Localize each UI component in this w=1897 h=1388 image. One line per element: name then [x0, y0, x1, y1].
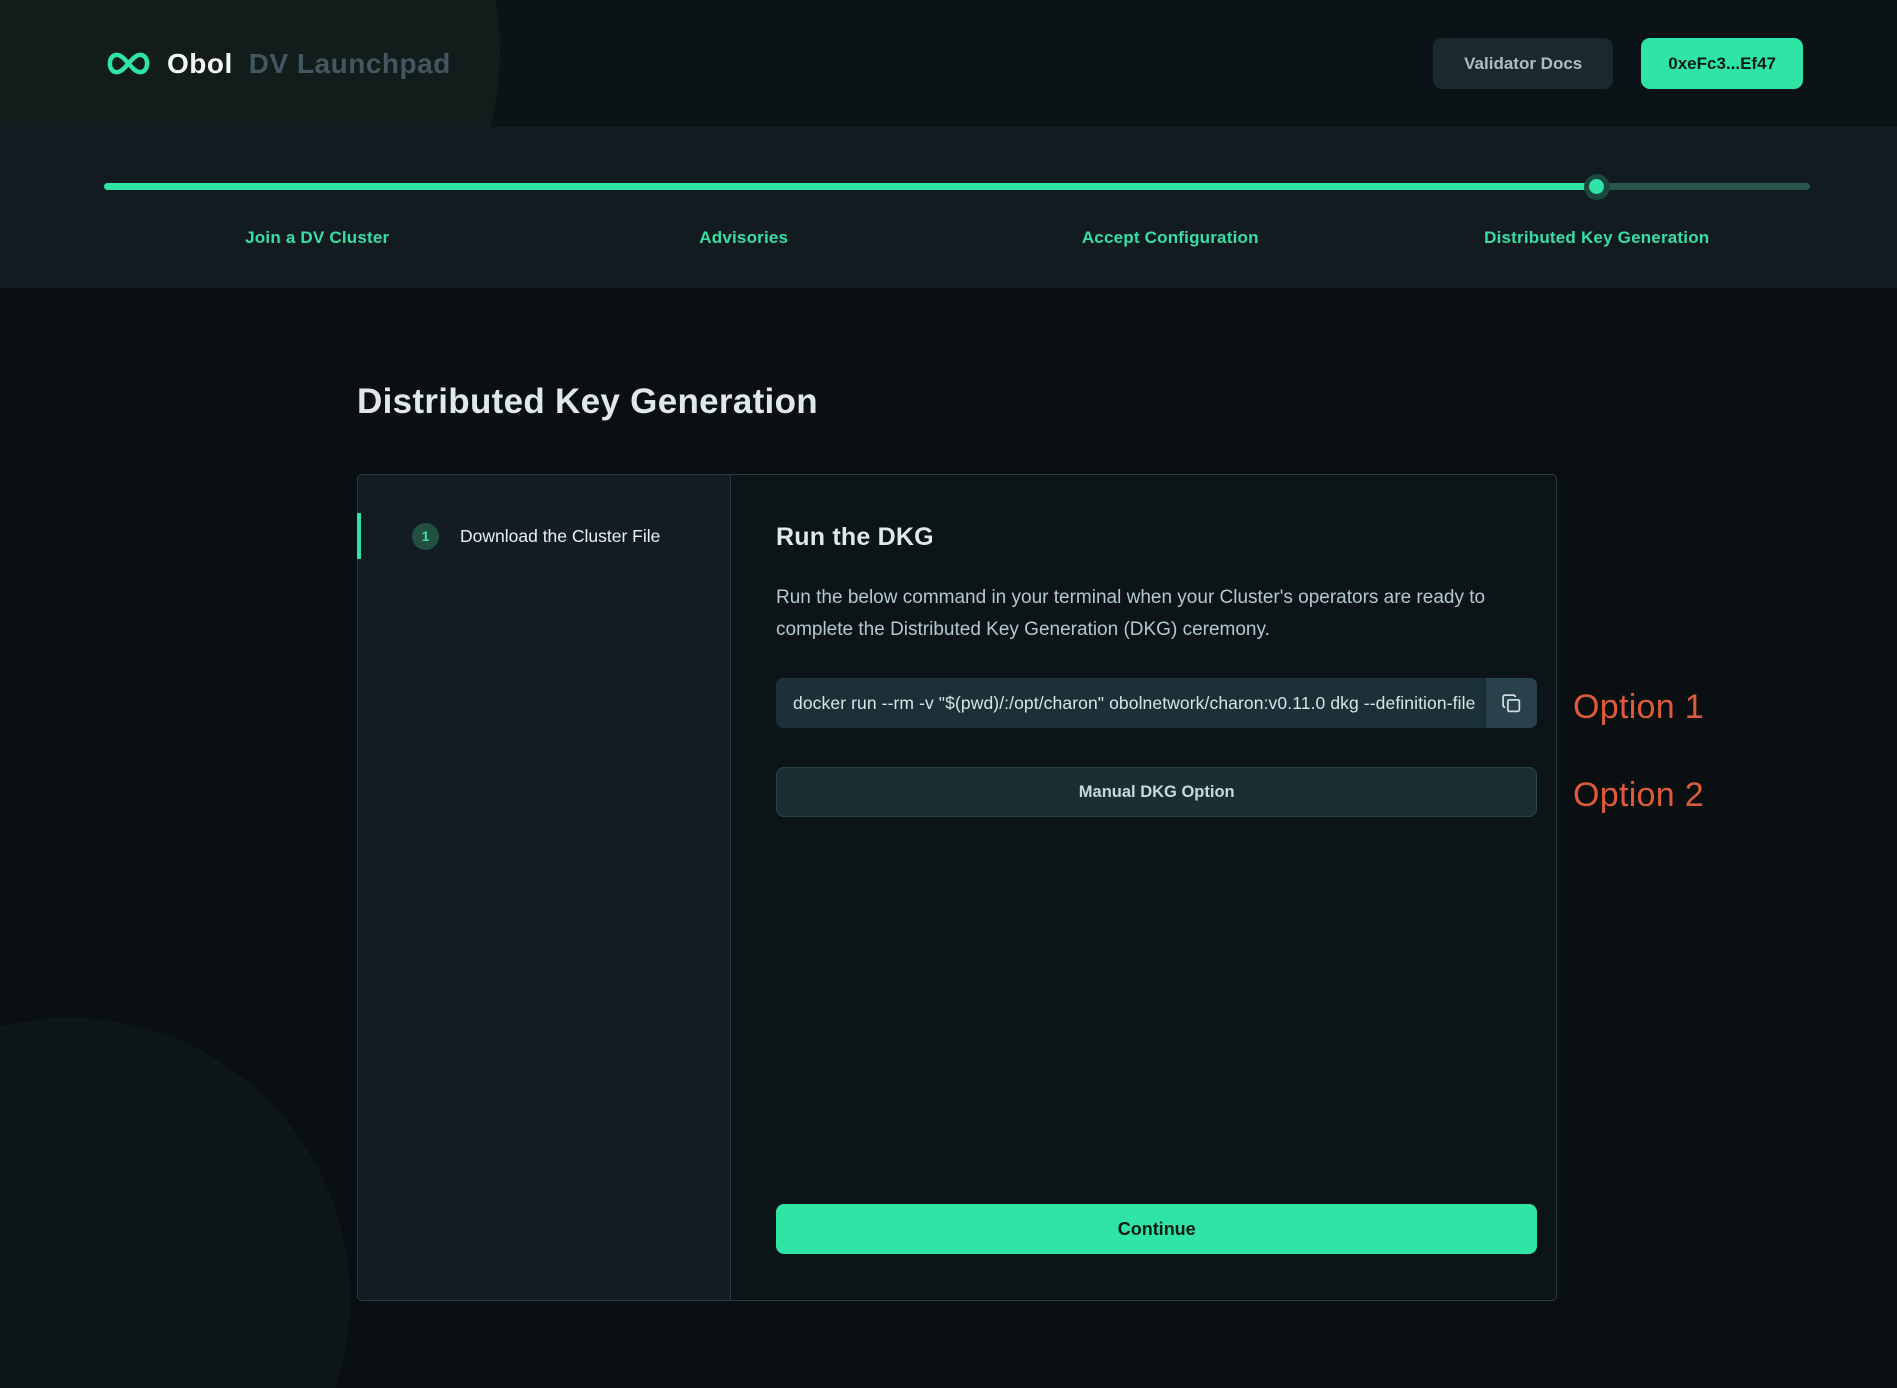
dkg-command-box[interactable]: docker run --rm -v "$(pwd)/:/opt/charon"… [776, 678, 1485, 728]
progress-stepper: Join a DV Cluster Advisories Accept Conf… [0, 127, 1897, 288]
card-sidebar: 1 Download the Cluster File [358, 475, 731, 1300]
page-title: Distributed Key Generation [357, 382, 1557, 422]
card-panel: Run the DKG Run the below command in you… [731, 475, 1584, 1300]
progress-track [104, 183, 1810, 190]
app-header: Obol DV Launchpad Validator Docs 0xeFc3.… [0, 0, 1897, 127]
brand-name: Obol [167, 48, 233, 80]
sidebar-step-label: Download the Cluster File [460, 526, 660, 547]
copy-command-button[interactable] [1485, 678, 1537, 728]
sidebar-step-download-cluster-file[interactable]: 1 Download the Cluster File [358, 513, 730, 559]
progress-fill [104, 183, 1597, 190]
annotation-option-1: Option 1 [1573, 690, 1704, 724]
wallet-address-button[interactable]: 0xeFc3...Ef47 [1641, 38, 1803, 89]
validator-docs-button[interactable]: Validator Docs [1433, 38, 1613, 89]
panel-description: Run the below command in your terminal w… [776, 582, 1488, 646]
copy-icon [1500, 692, 1523, 715]
progress-track-wrap [104, 127, 1810, 207]
continue-button[interactable]: Continue [776, 1204, 1537, 1254]
dkg-command-text: docker run --rm -v "$(pwd)/:/opt/charon"… [793, 693, 1475, 714]
step-number-badge: 1 [412, 523, 439, 550]
dkg-command-row: docker run --rm -v "$(pwd)/:/opt/charon"… [776, 678, 1537, 728]
brand[interactable]: Obol DV Launchpad [104, 48, 451, 80]
progress-thumb-dot [1589, 179, 1604, 194]
step-labels: Join a DV Cluster Advisories Accept Conf… [104, 228, 1810, 248]
dkg-card: 1 Download the Cluster File Run the DKG … [357, 474, 1557, 1301]
page: Obol DV Launchpad Validator Docs 0xeFc3.… [0, 0, 1897, 1388]
step-join-dv-cluster[interactable]: Join a DV Cluster [104, 228, 531, 248]
step-distributed-key-generation[interactable]: Distributed Key Generation [1384, 228, 1811, 248]
panel-title: Run the DKG [776, 523, 1537, 552]
brand-product: DV Launchpad [249, 48, 451, 80]
progress-thumb[interactable] [1584, 174, 1610, 200]
manual-dkg-option-button[interactable]: Manual DKG Option [776, 767, 1537, 817]
annotation-option-2: Option 2 [1573, 778, 1704, 812]
obol-infinity-logo-icon [104, 49, 153, 78]
active-step-accent-bar [357, 513, 361, 559]
step-accept-configuration[interactable]: Accept Configuration [957, 228, 1384, 248]
step-advisories[interactable]: Advisories [531, 228, 958, 248]
